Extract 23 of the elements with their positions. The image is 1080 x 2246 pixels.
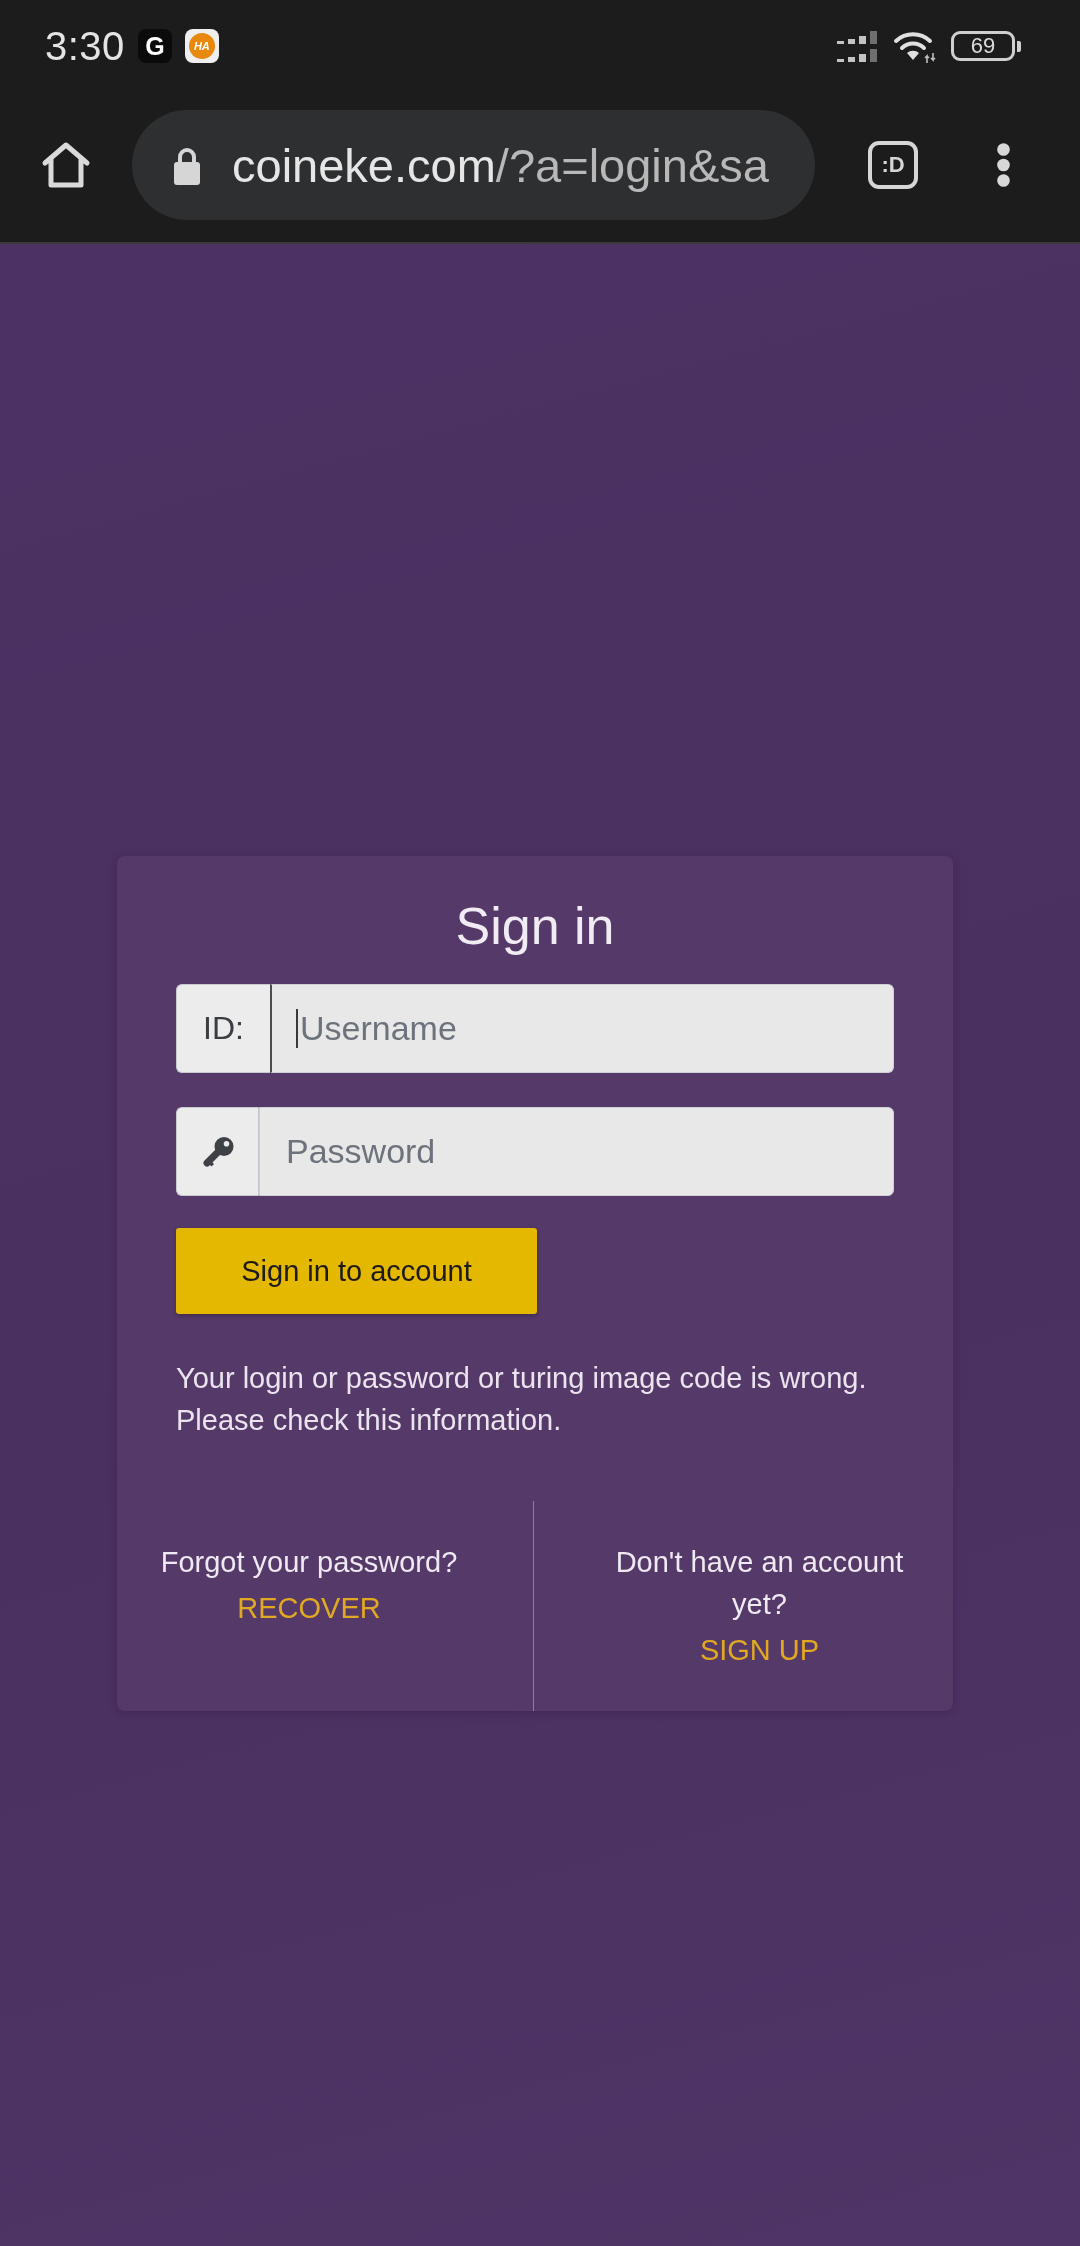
tab-switcher-button[interactable]: :D <box>868 141 918 189</box>
menu-icon[interactable] <box>997 143 1010 187</box>
wifi-icon <box>893 29 937 63</box>
text-cursor-icon <box>296 1009 298 1048</box>
username-field[interactable]: Username <box>270 984 894 1073</box>
id-label: ID: <box>176 984 270 1073</box>
lock-icon <box>172 145 202 185</box>
sign-in-button[interactable]: Sign in to account <box>176 1228 537 1314</box>
password-field[interactable]: Password <box>259 1107 894 1196</box>
footer-link[interactable]: SIGN UP <box>699 1629 820 1671</box>
battery-indicator: 69 <box>951 31 1021 61</box>
home-icon[interactable] <box>41 141 91 189</box>
notification-app-logo: G <box>137 29 172 63</box>
notification-app-logo: HA <box>184 29 219 63</box>
footer-link[interactable]: RECOVER <box>237 1587 381 1629</box>
footer-prompt-text: Forgot your password? <box>159 1545 459 1580</box>
signal-icon <box>837 30 879 62</box>
sign-in-title: Sign in <box>454 896 616 957</box>
key-icon <box>201 1135 234 1168</box>
error-message: Your login or password or turing image code is wrong. Please check this information. <box>176 1361 868 1438</box>
footer-prompt-text: Don't have an account yet? <box>614 1545 905 1622</box>
address-bar[interactable]: coineke.com/?a=login&sa <box>132 110 815 220</box>
clock-time: 3:30 <box>45 26 125 66</box>
